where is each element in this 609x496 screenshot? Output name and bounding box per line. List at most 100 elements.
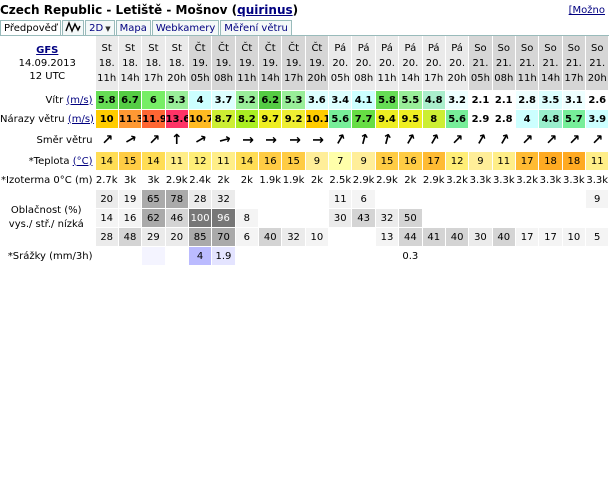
cloud-cell [492, 208, 516, 228]
cloud-cell: 62 [141, 208, 166, 228]
direction-cell: ↑ [305, 128, 330, 152]
time-header-h: 05h [330, 72, 350, 84]
wind-row-cell: 3.5 [538, 90, 563, 110]
isotherm-row-cell: 3.3k [585, 170, 609, 190]
gust-row-label: Nárazy větru (m/s) [0, 109, 96, 129]
gust-row-cell: 8.2 [235, 109, 260, 129]
cloud-cell [328, 227, 353, 247]
cloud-cell [422, 189, 446, 209]
cloud-row: Oblačnost (%) vys./ stř./ nízká 20 19 65 78 28… [0, 189, 609, 247]
tab-graph[interactable] [62, 20, 85, 35]
gust-row-cell: 9.4 [375, 109, 400, 129]
direction-cell: ↑ [235, 128, 260, 152]
temp-row-label: *Teplota (°C) [0, 151, 96, 171]
temp-row-cell: 17 [515, 151, 540, 171]
wind-row-cell: 6.7 [118, 90, 143, 110]
wind-arrow-icon: ↑ [564, 130, 584, 150]
time-header-n: 18. [145, 57, 162, 69]
tab-2d-label: 2D [89, 23, 104, 34]
header-row: GFS 14.09.2013 12 UTC St 18. 11h St 18. 14h St 18.… [0, 36, 609, 91]
tab-forecast[interactable]: Předpověď [0, 20, 62, 35]
model-link[interactable]: GFS [0, 44, 94, 57]
gust-row-cell: 11.3 [118, 109, 143, 129]
temp-row-cell: 18 [538, 151, 563, 171]
direction-label: Směr větru [0, 128, 96, 152]
tab-wind-measurement[interactable]: Měření větru [220, 20, 292, 35]
isotherm-row-cell: 3.3k [492, 170, 516, 190]
cloud-cell: 19 [118, 189, 143, 209]
gust-row-cell: 8.7 [211, 109, 236, 129]
gust-row-cell: 4.8 [538, 109, 563, 129]
precip-row-cell [305, 246, 330, 266]
cloud-cell [492, 189, 516, 209]
direction-cell: ↑ [95, 128, 119, 152]
cloud-cell [538, 189, 563, 209]
temp-row-cell: 14 [235, 151, 260, 171]
wind-arrow-icon: ↑ [517, 130, 537, 150]
cloud-label-subtext: vys./ stř./ nízká [8, 219, 84, 230]
cloud-cell: 6 [351, 189, 376, 209]
user-link[interactable]: quirinus [237, 3, 293, 17]
isotherm-row-cell: 2k [305, 170, 330, 190]
wind-arrow-icon: ↑ [494, 130, 513, 150]
wind-arrow-icon: ↑ [308, 134, 325, 146]
temp-row-cell: 11 [585, 151, 609, 171]
tab-webcams[interactable]: Webkamery [151, 20, 220, 35]
time-header-d: So [567, 42, 581, 54]
wind-row-label-unit-link[interactable]: (m/s) [66, 95, 92, 106]
wind-arrow-icon: ↑ [120, 130, 140, 150]
cloud-cell: 46 [165, 208, 189, 228]
page-title: Czech Republic - Letiště - Mošnov (quiri… [0, 3, 299, 17]
time-header-d: Pá [381, 42, 393, 54]
cloud-label: Oblačnost (%) vys./ stř./ nízká [0, 189, 96, 247]
cloud-cell: 28 [95, 227, 119, 247]
cloud-cell: 32 [281, 227, 306, 247]
precip-row-cell [351, 246, 376, 266]
isotherm-row-cell: 2k [211, 170, 236, 190]
more-options-link[interactable]: [Možno [569, 5, 605, 16]
gust-row-cell: 5.6 [445, 109, 470, 129]
direction-cell: ↑ [538, 128, 563, 152]
direction-cell: ↑ [165, 128, 189, 152]
temp-row-cell: 9 [351, 151, 376, 171]
tab-map[interactable]: Mapa [115, 20, 151, 35]
time-header: Pá 20. 08h [351, 36, 376, 91]
gust-row-label-unit-link[interactable]: (m/s) [68, 114, 94, 125]
cloud-cell: 11 [328, 189, 353, 209]
cloud-cell: 20 [95, 189, 119, 209]
precip-row-cell [258, 246, 283, 266]
time-header-n: 19. [308, 57, 325, 69]
time-header-h: 17h [564, 72, 584, 84]
wind-row-cell: 5.3 [281, 90, 306, 110]
tab-2d[interactable]: 2D ▼ [85, 20, 115, 35]
cloud-cell [585, 208, 609, 228]
cloud-cell [305, 208, 330, 228]
cloud-cell: 32 [211, 189, 236, 209]
direction-cell: ↑ [141, 128, 166, 152]
precip-row-label-text: *Srážky (mm/3h) [7, 250, 93, 262]
cloud-cell: 9 [585, 189, 609, 209]
time-header-h: 14h [540, 72, 561, 84]
time-header-h: 17h [284, 72, 304, 84]
time-header: So 21. 05h [468, 36, 493, 91]
time-header-d: So [497, 42, 511, 54]
time-header-h: 08h [494, 72, 514, 84]
cloud-cell [422, 208, 446, 228]
isotherm-row-label: *Izoterma 0°C (m) [0, 170, 96, 190]
cloud-cell [258, 189, 283, 209]
cloud-cell [375, 189, 400, 209]
time-header: Pá 20. 17h [422, 36, 446, 91]
time-header: Čt 19. 17h [281, 36, 306, 91]
wind-row-cell: 5.5 [398, 90, 423, 110]
precip-row-cell [165, 246, 189, 266]
cloud-cell [515, 189, 540, 209]
time-header-h: 14h [400, 72, 420, 84]
cloud-cell: 8 [235, 208, 260, 228]
cloud-cell: 40 [492, 227, 516, 247]
gust-row-cell: 2.8 [492, 109, 516, 129]
wind-row-cell: 6.2 [258, 90, 283, 110]
temp-row-label-unit-link[interactable]: (°C) [73, 156, 93, 167]
time-header: So 21. 17h [562, 36, 587, 91]
isotherm-row-cell: 2k [235, 170, 260, 190]
isotherm-row-cell: 2.4k [188, 170, 213, 190]
